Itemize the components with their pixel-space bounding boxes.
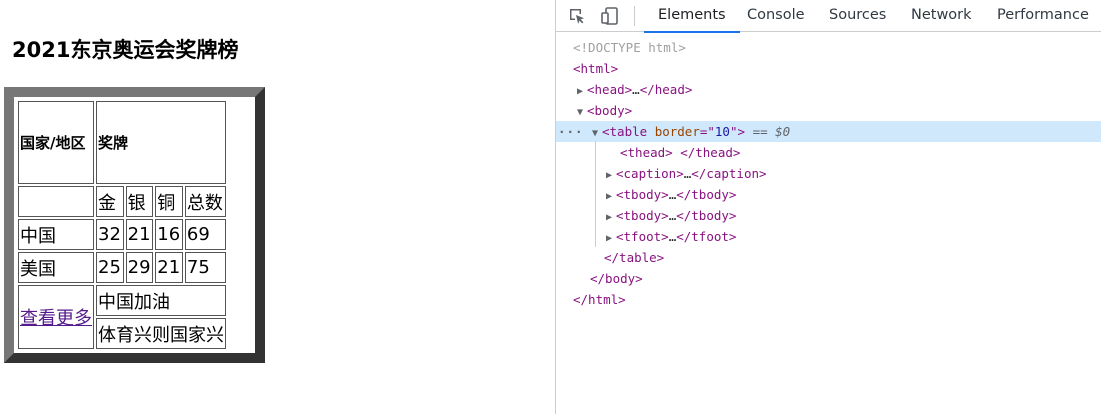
expand-triangle-icon[interactable]: ▶ bbox=[577, 81, 587, 102]
tree-indent-guide bbox=[595, 141, 596, 247]
bronze-cell: 21 bbox=[155, 252, 183, 283]
table-row: 中国 32 21 16 69 bbox=[18, 219, 226, 250]
dom-node-thead[interactable]: <thead> </thead> bbox=[556, 142, 1101, 163]
page-title: 2021东京奥运会奖牌榜 bbox=[12, 38, 239, 62]
dom-node-doctype[interactable]: <!DOCTYPE html> bbox=[556, 37, 1101, 58]
table-header-row: 国家/地区 奖牌 bbox=[18, 101, 226, 184]
expand-triangle-icon[interactable]: ▶ bbox=[606, 228, 616, 249]
tab-console[interactable]: Console bbox=[733, 0, 819, 32]
collapse-triangle-icon[interactable]: ▼ bbox=[592, 123, 602, 144]
tab-sources[interactable]: Sources bbox=[815, 0, 900, 32]
dom-node-tbody[interactable]: ▶ <tbody>…</tbody> bbox=[556, 184, 1101, 205]
dom-node-html-close[interactable]: </html> bbox=[556, 289, 1101, 310]
medal-table: 国家/地区 奖牌 金 银 铜 总数 中国 32 21 16 69 美国 25 2… bbox=[16, 99, 228, 351]
medal-type-silver: 银 bbox=[125, 186, 154, 217]
dom-node-head[interactable]: ▶ <head>…</head> bbox=[556, 79, 1101, 100]
header-medal-cell: 奖牌 bbox=[96, 101, 226, 184]
expand-triangle-icon[interactable]: ▶ bbox=[606, 165, 616, 186]
toolbar-separator bbox=[634, 6, 635, 26]
total-cell: 75 bbox=[184, 252, 226, 283]
expand-triangle-icon[interactable]: ▶ bbox=[606, 186, 616, 207]
inspect-element-icon[interactable] bbox=[567, 6, 587, 26]
dom-node-body[interactable]: ▼ <body> bbox=[556, 100, 1101, 121]
medal-table-border: 国家/地区 奖牌 金 银 铜 总数 中国 32 21 16 69 美国 25 2… bbox=[4, 87, 265, 363]
more-link-cell: 查看更多 bbox=[18, 285, 94, 349]
tab-elements[interactable]: Elements bbox=[644, 0, 740, 33]
dom-node-body-close[interactable]: </body> bbox=[556, 268, 1101, 289]
medal-type-row: 金 银 铜 总数 bbox=[18, 186, 226, 217]
view-more-link[interactable]: 查看更多 bbox=[20, 308, 92, 329]
dom-node-tfoot[interactable]: ▶ <tfoot>…</tfoot> bbox=[556, 226, 1101, 247]
devtools-panel: Elements Console Sources Network Perform… bbox=[555, 0, 1101, 414]
rendered-page: 2021东京奥运会奖牌榜 国家/地区 奖牌 金 银 铜 总数 中国 32 21 … bbox=[0, 0, 555, 414]
gold-cell: 32 bbox=[96, 219, 124, 250]
tab-performance[interactable]: Performance bbox=[983, 0, 1101, 32]
empty-cell bbox=[18, 186, 94, 217]
total-cell: 69 bbox=[184, 219, 226, 250]
silver-cell: 21 bbox=[125, 219, 154, 250]
dom-node-html[interactable]: <html> bbox=[556, 58, 1101, 79]
medal-type-total: 总数 bbox=[184, 186, 226, 217]
footer-row: 查看更多 中国加油 bbox=[18, 285, 226, 349]
medal-type-bronze: 铜 bbox=[155, 186, 183, 217]
device-toolbar-icon[interactable] bbox=[600, 6, 620, 26]
tab-network[interactable]: Network bbox=[897, 0, 986, 32]
silver-cell: 29 bbox=[125, 252, 154, 283]
slogan-cell-1: 中国加油 bbox=[96, 285, 226, 316]
bronze-cell: 16 bbox=[155, 219, 183, 250]
medal-type-gold: 金 bbox=[96, 186, 124, 217]
dom-node-caption[interactable]: ▶ <caption>…</caption> bbox=[556, 163, 1101, 184]
country-cell: 美国 bbox=[18, 252, 94, 283]
collapse-triangle-icon[interactable]: ▼ bbox=[577, 102, 587, 123]
dom-node-table-selected[interactable]: ··· ▼ <table border="10"> == $0 bbox=[556, 121, 1101, 142]
country-cell: 中国 bbox=[18, 219, 94, 250]
dom-node-table-close[interactable]: </table> bbox=[556, 247, 1101, 268]
slogan-cell-2: 体育兴则国家兴 bbox=[96, 318, 226, 349]
devtools-toolbar: Elements Console Sources Network Perform… bbox=[556, 0, 1101, 33]
more-options-icon[interactable]: ··· bbox=[558, 121, 584, 142]
expand-triangle-icon[interactable]: ▶ bbox=[606, 207, 616, 228]
header-region-cell: 国家/地区 bbox=[18, 101, 94, 184]
gold-cell: 25 bbox=[96, 252, 124, 283]
table-row: 美国 25 29 21 75 bbox=[18, 252, 226, 283]
dom-node-tbody[interactable]: ▶ <tbody>…</tbody> bbox=[556, 205, 1101, 226]
